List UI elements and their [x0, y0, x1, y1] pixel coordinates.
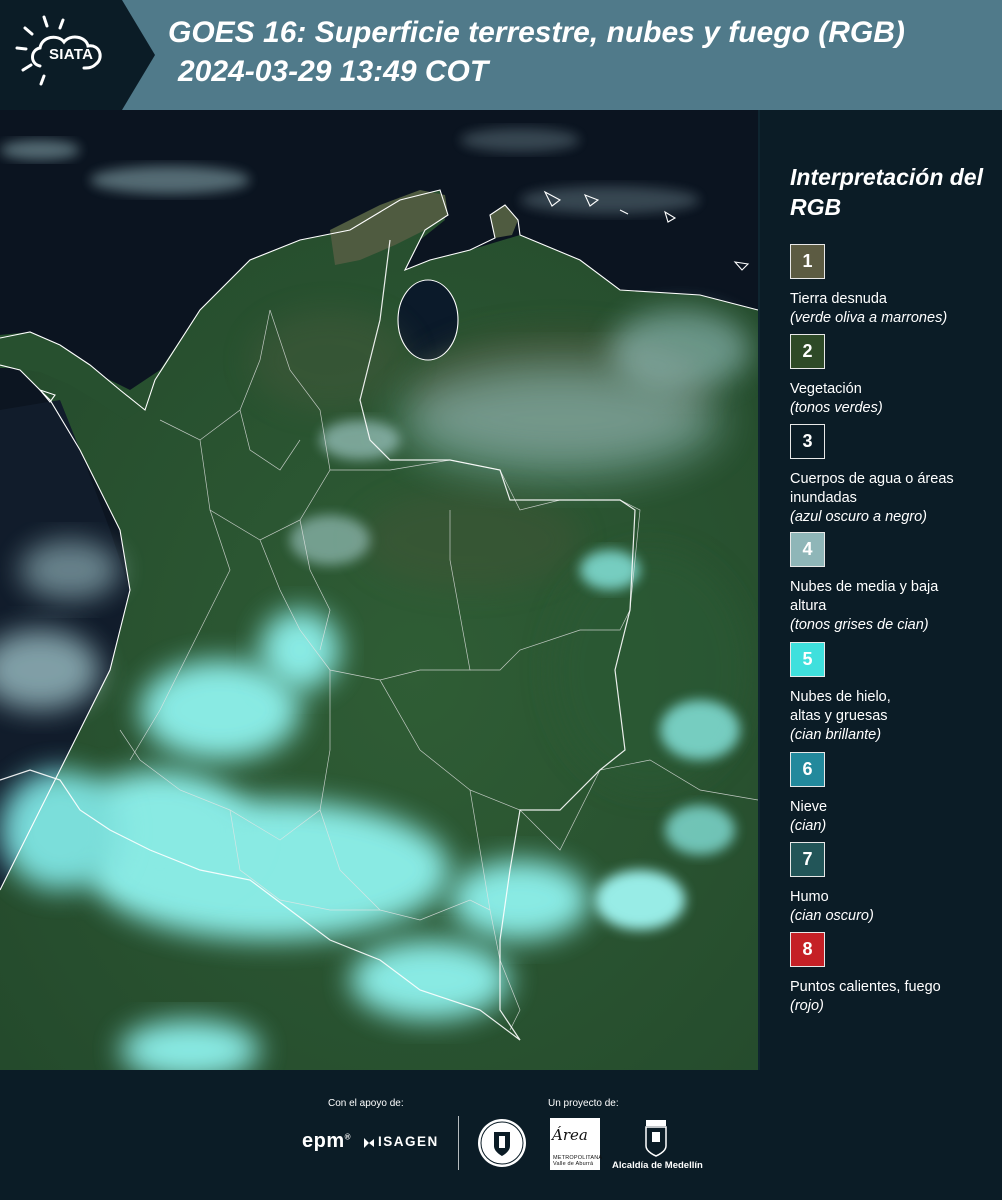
legend-swatch: 1: [790, 244, 825, 279]
legend-label: Puntos calientes, fuego: [790, 979, 941, 995]
project-label: Un proyecto de:: [548, 1098, 619, 1109]
footer-divider: [458, 1116, 459, 1170]
area-logo-name: Área: [552, 1126, 588, 1144]
medellin-crest-icon: [645, 1120, 667, 1157]
isagen-icon: [364, 1138, 374, 1148]
legend-item-7: 7 Humo (cian oscuro): [790, 842, 1000, 926]
legend-description: (tonos verdes): [790, 400, 883, 416]
epm-logo: epm®: [302, 1130, 352, 1152]
legend-item-8: 8 Puntos calientes, fuego (rojo): [790, 932, 1000, 1016]
legend-description: (cian oscuro): [790, 908, 874, 924]
legend-label: Nubes de media y baja altura: [790, 579, 939, 614]
epm-logo-text: epm: [302, 1130, 345, 1152]
legend-panel: Interpretación del RGB 1 Tierra desnuda …: [758, 110, 1002, 1070]
legend-description: (cian): [790, 818, 827, 834]
legend-description: (verde oliva a marrones): [790, 310, 948, 326]
legend-item-6: 6 Nieve (cian): [790, 752, 1000, 836]
legend-label: Vegetación: [790, 381, 862, 397]
legend-item-5: 5 Nubes de hielo, altas y gruesas (cian …: [790, 642, 1000, 745]
legend-label: Nieve: [790, 799, 828, 815]
legend-description: (tonos grises de cian): [790, 617, 929, 633]
legend-swatch: 4: [790, 532, 825, 567]
legend-swatch: 8: [790, 932, 825, 967]
footer: Con el apoyo de: Un proyecto de: epm® IS…: [0, 1070, 1002, 1200]
legend-swatch: 5: [790, 642, 825, 677]
legend-label: Humo: [790, 889, 829, 905]
legend-item-1: 1 Tierra desnuda (verde oliva a marrones…: [790, 244, 1000, 328]
legend-item-4: 4 Nubes de media y baja altura (tonos gr…: [790, 532, 1000, 635]
support-label: Con el apoyo de:: [328, 1098, 404, 1109]
legend-swatch: 6: [790, 752, 825, 787]
legend-title: Interpretación del RGB: [790, 164, 983, 220]
legend-item-2: 2 Vegetación (tonos verdes): [790, 334, 1000, 418]
legend-item-3: 3 Cuerpos de agua o áreas inundadas (azu…: [790, 424, 1000, 527]
medellin-label: Alcaldía de Medellín: [612, 1160, 703, 1171]
header-bar: SIATA GOES 16: Superficie terrestre, nub…: [0, 0, 1002, 110]
legend-label: Cuerpos de agua o áreas inundadas: [790, 471, 954, 506]
timestamp: 2024-03-29 13:49 COT: [178, 55, 489, 88]
legend-description: (cian brillante): [790, 727, 882, 743]
satellite-map: [0, 110, 758, 1070]
legend-swatch: 2: [790, 334, 825, 369]
siata-logo-text: SIATA: [49, 46, 94, 63]
legend-label: Nubes de hielo, altas y gruesas: [790, 689, 891, 724]
legend-description: (azul oscuro a negro): [790, 509, 928, 525]
legend-label: Tierra desnuda: [790, 291, 887, 307]
legend-swatch: 3: [790, 424, 825, 459]
siata-logo: SIATA: [0, 0, 155, 110]
area-logo-subtitle: METROPOLITANA Valle de Aburrá: [553, 1155, 602, 1167]
university-seal-icon: [478, 1119, 526, 1167]
legend-description: (rojo): [790, 998, 824, 1014]
legend-swatch: 7: [790, 842, 825, 877]
page-title: GOES 16: Superficie terrestre, nubes y f…: [168, 16, 905, 49]
isagen-logo: ISAGEN: [378, 1134, 439, 1149]
